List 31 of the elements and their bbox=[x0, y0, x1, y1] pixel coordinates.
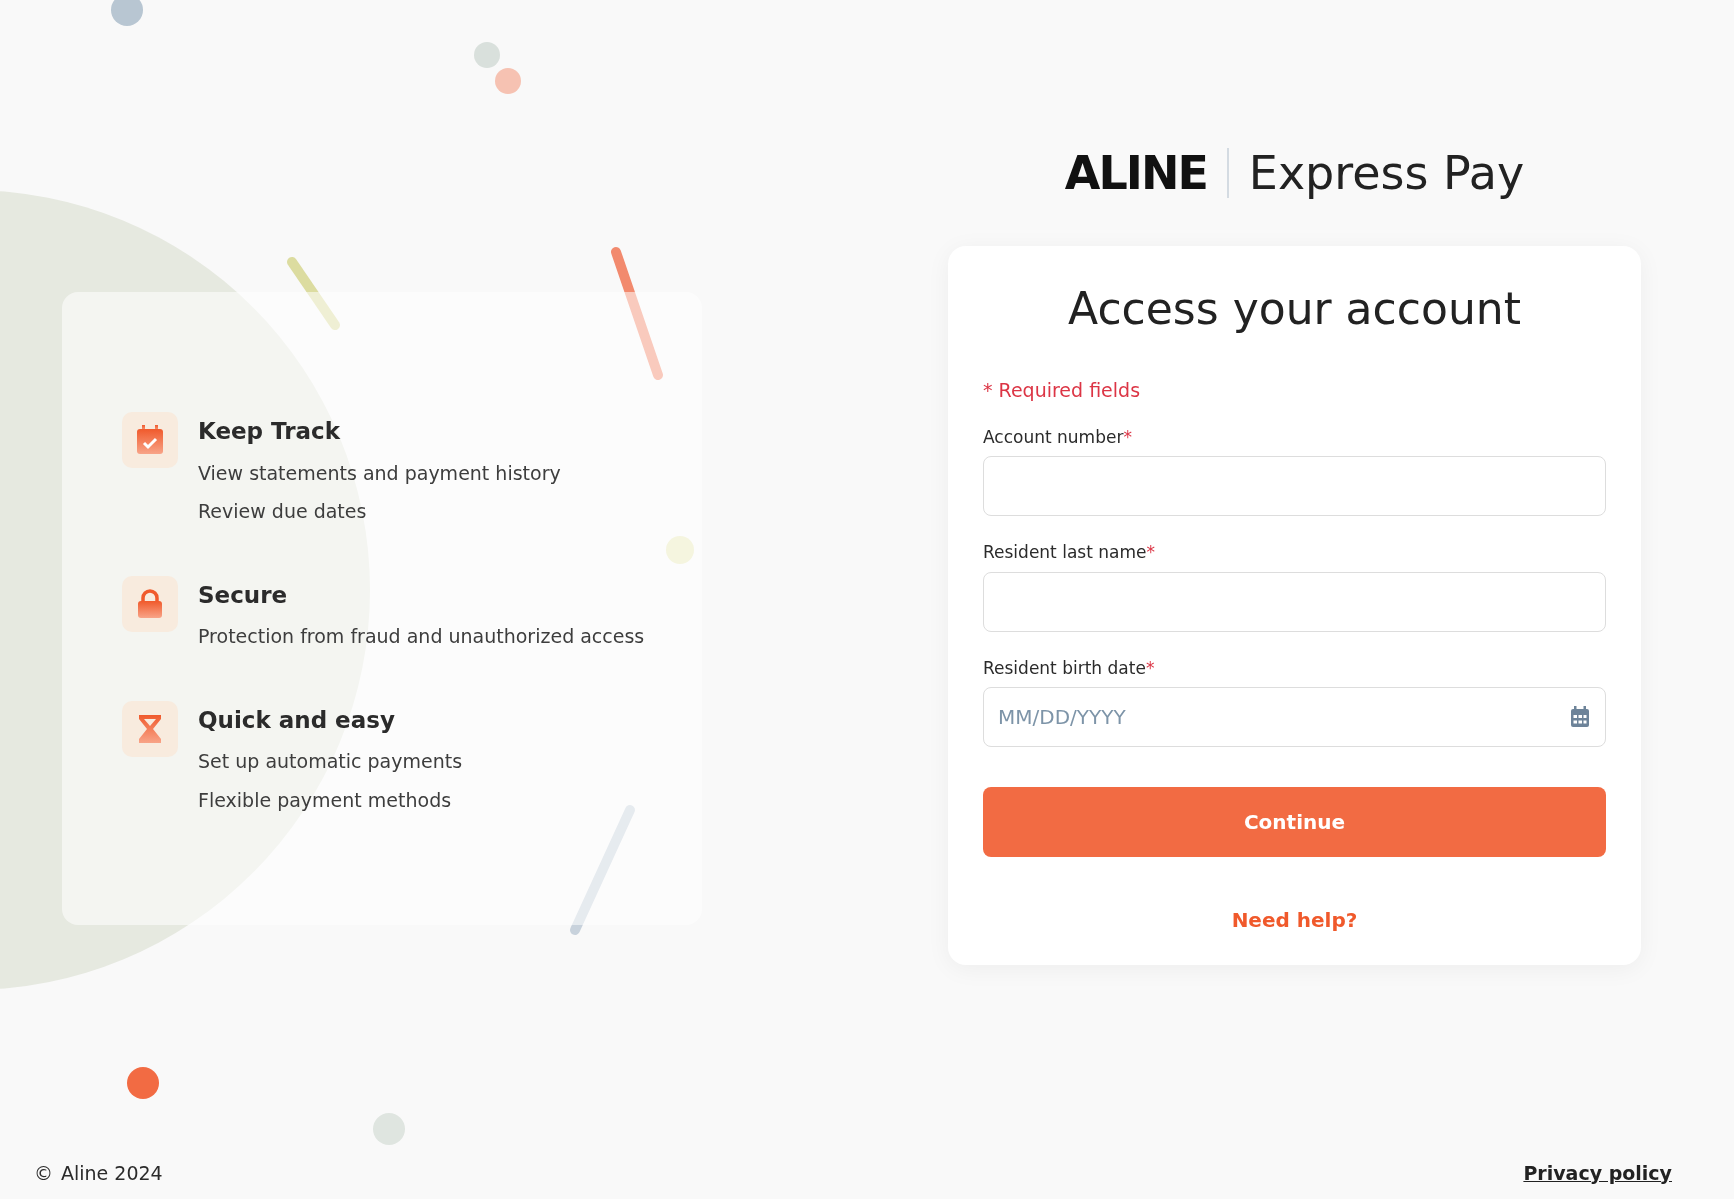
field-label: Account number* bbox=[983, 425, 1133, 449]
date-field[interactable]: MM/DD/YYYY bbox=[983, 687, 1606, 747]
dot-shape bbox=[474, 42, 500, 68]
feature-title: Keep Track bbox=[198, 417, 342, 446]
field-label: Resident last name* bbox=[983, 541, 1156, 564]
calendar-icon[interactable] bbox=[1570, 706, 1590, 728]
feature-title: Quick and easy bbox=[198, 705, 396, 735]
dot-shape bbox=[127, 1067, 159, 1099]
feature-text: View statements and payment history bbox=[198, 460, 561, 486]
field-label: Resident birth date* bbox=[983, 656, 1156, 680]
continue-button[interactable]: Continue bbox=[983, 787, 1606, 857]
lock-icon bbox=[136, 588, 164, 619]
input-field[interactable] bbox=[983, 571, 1606, 632]
input-field[interactable] bbox=[983, 456, 1606, 516]
form-title: Access your account bbox=[1067, 282, 1522, 336]
copyright-text: Aline 2024 bbox=[61, 1160, 163, 1186]
feature-text: Set up automatic payments bbox=[198, 749, 463, 774]
feature-text: Review due dates bbox=[198, 499, 368, 524]
logo: ALINE bbox=[1064, 150, 1207, 196]
copyright-icon: © bbox=[34, 1158, 53, 1187]
calendar-check-icon bbox=[136, 425, 164, 455]
feature-title: Secure bbox=[198, 580, 289, 610]
dot-shape bbox=[373, 1113, 405, 1145]
dot-shape bbox=[495, 68, 521, 94]
feature-text: Flexible payment methods bbox=[198, 787, 453, 813]
dot-shape bbox=[666, 536, 694, 564]
help-link[interactable]: Need help? bbox=[1231, 905, 1358, 935]
privacy-link[interactable]: Privacy policy bbox=[1523, 1158, 1672, 1187]
required-note: * Required fields bbox=[983, 378, 1142, 403]
hourglass-icon bbox=[137, 713, 163, 744]
feature-text: Protection from fraud and unauthorized access bbox=[198, 624, 645, 649]
